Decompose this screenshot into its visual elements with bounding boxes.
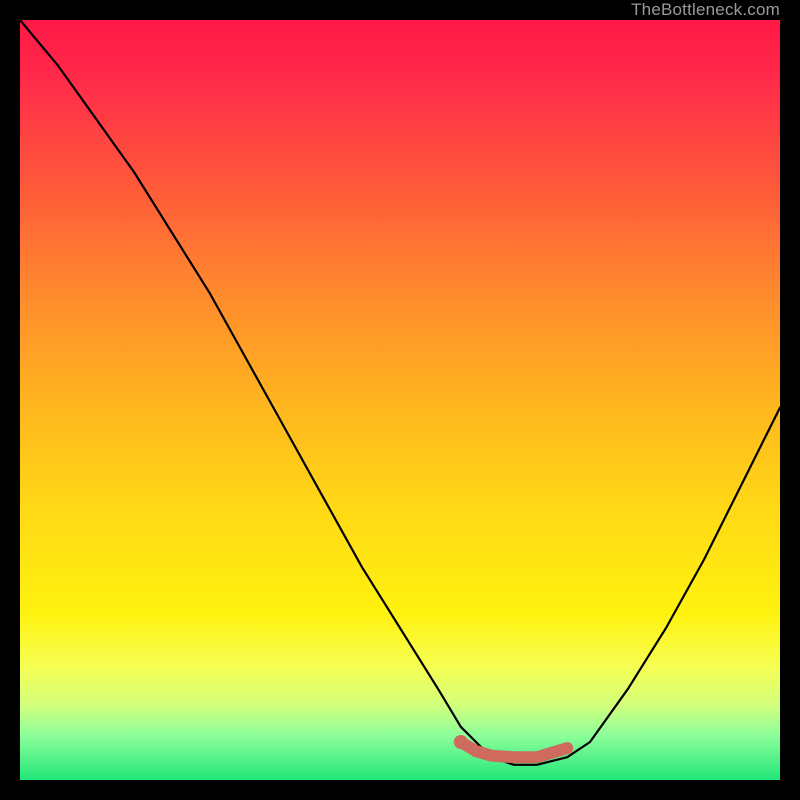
highlight-start-dot <box>454 735 468 749</box>
bottleneck-curve <box>20 20 780 765</box>
chart-stage: TheBottleneck.com <box>0 0 800 800</box>
watermark-text: TheBottleneck.com <box>631 0 780 20</box>
plot-svg <box>20 20 780 780</box>
plot-area <box>20 20 780 780</box>
